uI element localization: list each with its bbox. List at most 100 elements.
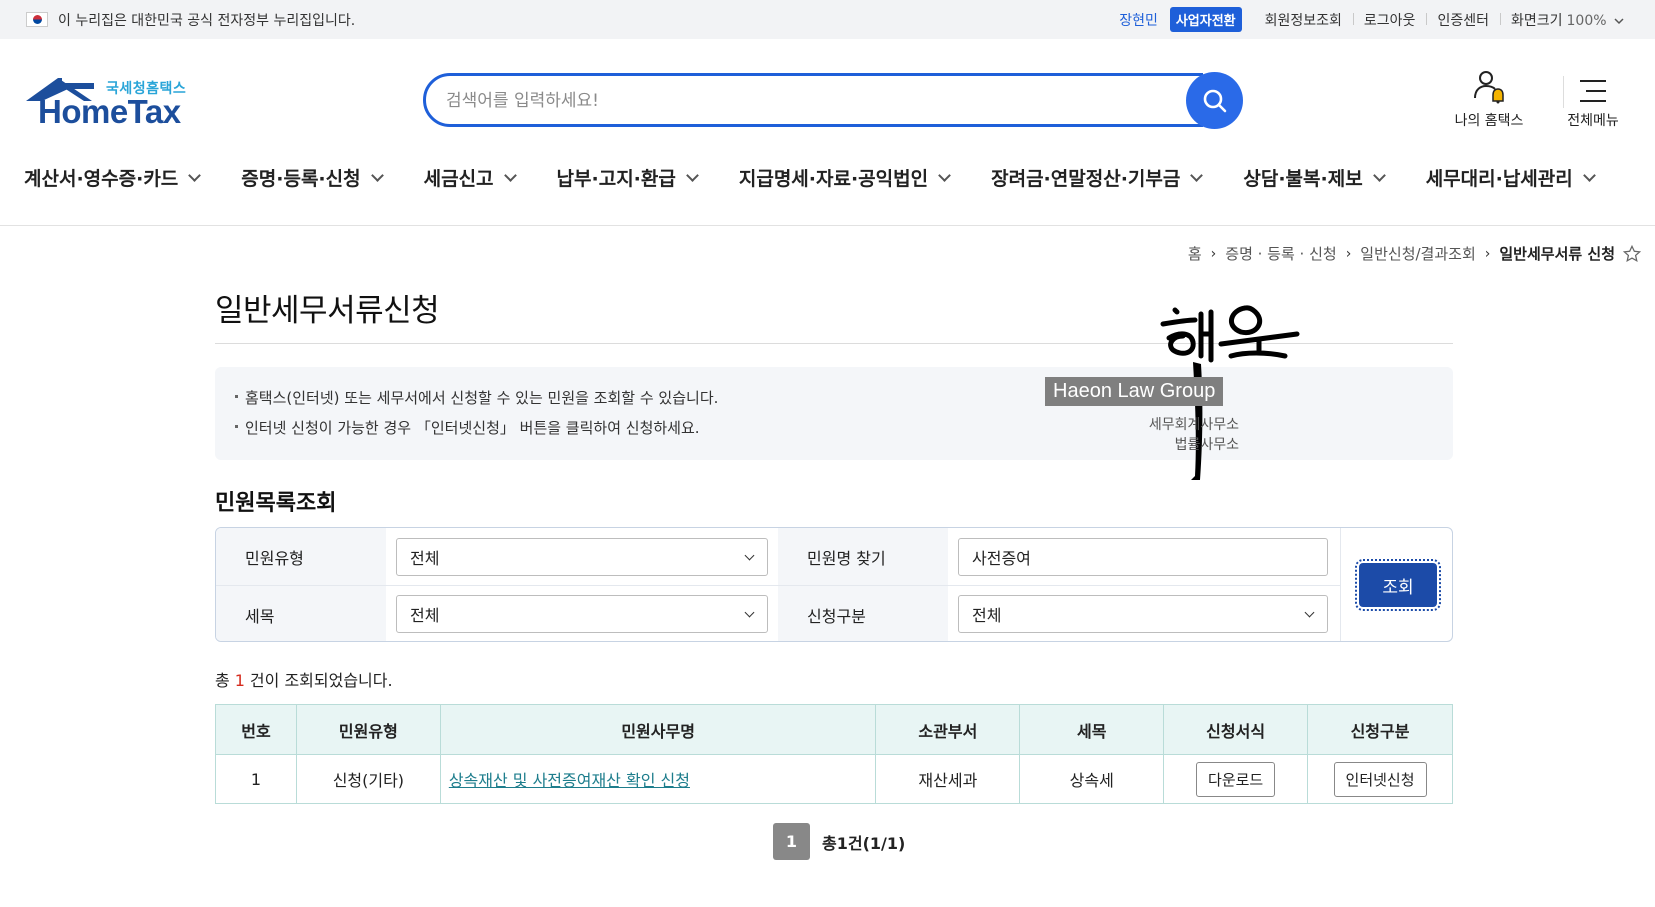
user-name-link[interactable]: 장현민 xyxy=(1119,10,1170,30)
page-total: 총1건(1/1) xyxy=(822,833,906,853)
search-box xyxy=(423,73,1203,127)
table-row: 1 신청(기타) 상속재산 및 사전증여재산 확인 신청 재산세과 상속세 다운… xyxy=(215,754,1453,804)
tax-select-value: 전체 xyxy=(410,606,440,625)
gnb-item-consult[interactable]: 상담·불복·제보 xyxy=(1243,164,1386,191)
page-title: 일반세무서류신청 xyxy=(215,293,440,329)
korea-flag-icon xyxy=(26,12,48,27)
all-menu-label: 전체메뉴 xyxy=(1567,113,1619,129)
hamburger-menu-icon xyxy=(1580,80,1606,102)
chevron-down-icon xyxy=(370,168,384,182)
chevron-down-icon xyxy=(938,168,951,182)
notice-line: 홈택스(인터넷) 또는 세무서에서 신청할 수 있는 민원을 조회할 수 있습니… xyxy=(235,387,1433,408)
breadcrumb-certificate[interactable]: 증명 · 등록 · 신청 xyxy=(1225,243,1336,264)
table-header-row: 번호 민원유형 민원사무명 소관부서 세목 신청서식 신청구분 xyxy=(215,704,1453,755)
chevron-right-icon: › xyxy=(1210,245,1217,262)
chevron-down-icon xyxy=(744,607,755,618)
name-input[interactable]: 사전증여 xyxy=(958,538,1328,576)
result-table: 번호 민원유형 민원사무명 소관부서 세목 신청서식 신청구분 1 신청(기타)… xyxy=(215,704,1453,804)
chevron-down-icon xyxy=(1372,168,1386,182)
cert-center-link[interactable]: 인증센터 xyxy=(1426,10,1500,30)
section-title: 민원목록조회 xyxy=(215,491,337,516)
search-input[interactable] xyxy=(446,88,1106,114)
col-header-dept: 소관부서 xyxy=(875,704,1021,755)
member-info-link[interactable]: 회원정보조회 xyxy=(1254,10,1353,30)
chevron-down-icon xyxy=(1614,17,1624,24)
notice-line: 인터넷 신청이 가능한 경우 「인터넷신청」 버튼을 클릭하여 신청하세요. xyxy=(235,417,1433,438)
main-navigation: 계산서·영수증·카드 증명·등록·신청 세금신고 납부·고지·환급 지급명세·자… xyxy=(0,160,1655,226)
search-bar xyxy=(423,72,1243,129)
internet-apply-button[interactable]: 인터넷신청 xyxy=(1333,761,1427,797)
page-1-button[interactable]: 1 xyxy=(773,823,810,860)
title-divider xyxy=(215,343,1453,344)
col-header-form: 신청서식 xyxy=(1163,704,1309,755)
col-header-tax: 세목 xyxy=(1019,704,1165,755)
cell-name: 상속재산 및 사전증여재산 확인 신청 xyxy=(439,754,877,804)
cell-form: 다운로드 xyxy=(1163,754,1309,804)
type-select-value: 전체 xyxy=(410,549,440,568)
inquiry-button[interactable]: 조회 xyxy=(1355,559,1441,611)
service-name-link[interactable]: 상속재산 및 사전증여재산 확인 신청 xyxy=(449,771,690,790)
all-menu-button[interactable]: 전체메뉴 xyxy=(1541,68,1645,130)
chevron-right-icon: › xyxy=(1345,245,1352,262)
my-hometax-button[interactable]: 나의 홈택스 xyxy=(1437,68,1541,130)
pagination: 1 총1건(1/1) xyxy=(773,823,905,860)
utility-links: 장현민 사업자전환 회원정보조회 로그아웃 인증센터 화면크기 100% xyxy=(1119,0,1635,39)
breadcrumb: 홈 › 증명 · 등록 · 신청 › 일반신청/결과조회 › 일반세무서류 신청 xyxy=(1188,243,1641,264)
gnb-item-certificate[interactable]: 증명·등록·신청 xyxy=(241,164,384,191)
zoom-control[interactable]: 화면크기 100% xyxy=(1499,10,1635,30)
breadcrumb-home[interactable]: 홈 xyxy=(1188,243,1202,264)
cell-dept: 재산세과 xyxy=(875,754,1021,804)
name-input-value: 사전증여 xyxy=(972,549,1031,568)
gnb-item-incentive[interactable]: 장려금·연말정산·기부금 xyxy=(991,164,1204,191)
breadcrumb-general-request[interactable]: 일반신청/결과조회 xyxy=(1360,243,1475,264)
col-header-no: 번호 xyxy=(215,704,297,755)
switch-business-button[interactable]: 사업자전환 xyxy=(1169,7,1242,32)
logo-wordmark: HomeTax xyxy=(38,93,181,130)
header-icons: 나의 홈택스 전체메뉴 xyxy=(1437,68,1645,130)
cell-tax: 상속세 xyxy=(1019,754,1165,804)
name-label: 민원명 찾기 xyxy=(778,528,948,585)
tax-select[interactable]: 전체 xyxy=(396,595,768,633)
gov-topbar: 이 누리집은 대한민국 공식 전자정부 누리집입니다. 장현민 사업자전환 회원… xyxy=(0,0,1655,39)
chevron-down-icon xyxy=(503,168,517,182)
col-header-type: 민원유형 xyxy=(295,704,441,755)
gnb-item-agent[interactable]: 세무대리·납세관리 xyxy=(1426,164,1596,191)
gov-notice: 이 누리집은 대한민국 공식 전자정부 누리집입니다. xyxy=(26,10,355,30)
gnb-item-statement[interactable]: 지급명세·자료·공익법인 xyxy=(739,164,951,191)
type-select[interactable]: 전체 xyxy=(396,538,768,576)
download-button[interactable]: 다운로드 xyxy=(1196,761,1276,797)
tax-label: 세목 xyxy=(216,586,386,641)
cell-apply: 인터넷신청 xyxy=(1307,754,1453,804)
zoom-value: 100% xyxy=(1566,12,1607,29)
my-hometax-label: 나의 홈택스 xyxy=(1454,113,1524,129)
col-header-name: 민원사무명 xyxy=(439,704,877,755)
chevron-down-icon xyxy=(744,550,755,561)
hometax-logo[interactable]: 국세청홈택스 HomeTax xyxy=(24,75,194,131)
chevron-down-icon xyxy=(1190,168,1204,182)
favorite-star-icon[interactable] xyxy=(1623,244,1641,263)
gnb-item-tax-filing[interactable]: 세금신고 xyxy=(424,164,517,191)
chevron-right-icon: › xyxy=(1484,245,1491,262)
breadcrumb-current: 일반세무서류 신청 xyxy=(1499,245,1615,263)
gnb-item-invoice[interactable]: 계산서·영수증·카드 xyxy=(24,164,202,191)
cell-type: 신청(기타) xyxy=(295,754,441,804)
apply-select[interactable]: 전체 xyxy=(958,595,1328,633)
zoom-label: 화면크기 xyxy=(1510,12,1563,29)
result-count: 총 1 건이 조회되었습니다. xyxy=(215,671,393,690)
search-button[interactable] xyxy=(1186,72,1243,129)
filter-button-zone: 조회 xyxy=(1340,528,1452,641)
chevron-down-icon xyxy=(685,168,699,182)
notice-box: 홈택스(인터넷) 또는 세무서에서 신청할 수 있는 민원을 조회할 수 있습니… xyxy=(215,367,1453,460)
search-icon xyxy=(1203,89,1226,112)
apply-label: 신청구분 xyxy=(778,586,948,641)
chevron-down-icon xyxy=(1304,607,1315,618)
apply-select-value: 전체 xyxy=(972,606,1002,625)
gnb-item-payment[interactable]: 납부·고지·환급 xyxy=(557,164,699,191)
type-label: 민원유형 xyxy=(216,528,386,585)
result-count-number: 1 xyxy=(234,671,245,690)
chevron-down-icon xyxy=(188,168,202,182)
gov-notice-text: 이 누리집은 대한민국 공식 전자정부 누리집입니다. xyxy=(58,12,356,29)
logout-link[interactable]: 로그아웃 xyxy=(1352,10,1427,30)
col-header-apply: 신청구분 xyxy=(1307,704,1453,755)
cell-no: 1 xyxy=(215,754,297,804)
